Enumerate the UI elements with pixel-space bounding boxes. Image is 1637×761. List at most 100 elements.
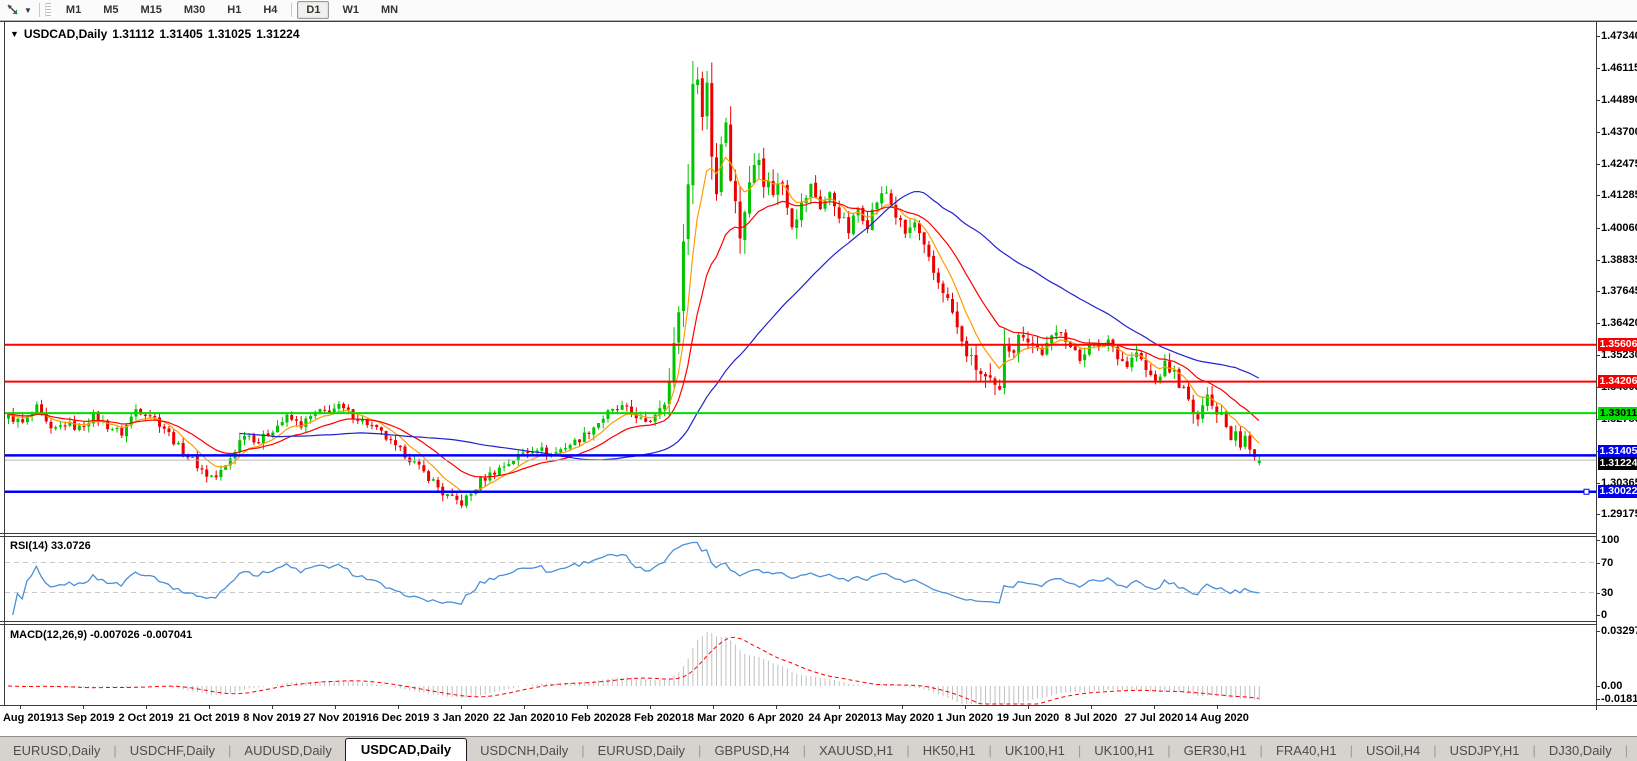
chart-tab-ger30-h1[interactable]: GER30,H1: [1171, 740, 1260, 761]
axis-tick: [1596, 686, 1600, 687]
pane-divider[interactable]: [0, 621, 1596, 622]
axis-tick: [1596, 562, 1600, 564]
chart-tab-hk50-h1[interactable]: HK50,H1: [910, 740, 989, 761]
date-axis-label: 8 Jul 2020: [1064, 712, 1118, 724]
date-axis-label: 18 Mar 2020: [681, 712, 745, 724]
date-axis-label: 27 Nov 2019: [303, 712, 367, 724]
toolbar-separator: [291, 3, 293, 17]
collapse-triangle-icon[interactable]: ▼: [10, 29, 19, 39]
macd-axis-label: 0.032972: [1601, 625, 1637, 637]
axis-tick: [1596, 36, 1600, 37]
rsi-line: [12, 541, 1259, 616]
chart-tab-usdcnh-daily[interactable]: USDCNH,Daily: [467, 740, 581, 761]
date-axis-tick: [146, 705, 147, 709]
chart-tab-xauusd-h1[interactable]: XAUUSD,H1: [806, 740, 906, 761]
date-axis-label: 24 Apr 2020: [808, 712, 870, 724]
rsi-indicator-label: RSI(14) 33.0726: [10, 540, 91, 552]
date-axis-tick: [20, 705, 21, 709]
moving-average-mid: [7, 200, 1260, 478]
cursor-dropdown-caret[interactable]: ▼: [24, 6, 36, 15]
date-axis-tick: [650, 705, 651, 709]
timeframe-button-d1[interactable]: D1: [297, 1, 330, 19]
crosshair-cursor-icon[interactable]: [0, 1, 24, 19]
price-axis-label: 1.37645: [1601, 285, 1637, 298]
macd-signal-line: [7, 636, 1259, 705]
timeframe-button-m1[interactable]: M1: [57, 1, 90, 19]
axis-tick: [1596, 592, 1600, 594]
chart-title[interactable]: ▼ USDCAD,Daily 1.31112 1.31405 1.31025 1…: [10, 27, 300, 41]
timeframe-button-m30[interactable]: M30: [175, 1, 214, 19]
chart-tab-uk100-h1[interactable]: UK100,H1: [992, 740, 1078, 761]
chart-bottom-border: [0, 705, 1637, 706]
chart-tab-usdchf-daily[interactable]: USDCHF,Daily: [117, 740, 228, 761]
date-axis-tick: [587, 705, 588, 709]
timeframe-button-m15[interactable]: M15: [131, 1, 170, 19]
chart-tab-usdjpy-h1[interactable]: USDJPY,H1: [1437, 740, 1533, 761]
date-axis-label: 13 Sep 2019: [51, 712, 115, 724]
chart-tab-audusd-daily[interactable]: AUDUSD,Daily: [231, 740, 344, 761]
timeframe-button-m5[interactable]: M5: [94, 1, 127, 19]
date-axis-tick: [335, 705, 336, 709]
ohlc-close: 1.31224: [256, 27, 300, 41]
timeframe-button-w1[interactable]: W1: [333, 1, 368, 19]
ohlc-open: 1.31112: [112, 27, 155, 41]
price-axis-label: 1.43700: [1601, 125, 1637, 138]
date-axis-tick: [461, 705, 462, 709]
price-axis-label: 1.47340: [1601, 30, 1637, 42]
price-axis-label: 1.38835: [1601, 253, 1637, 266]
chart-tab-gbpusd-h4[interactable]: GBPUSD,H4: [701, 740, 802, 761]
date-axis-label: 26 Aug 2019: [0, 712, 52, 724]
timeframe-button-h1[interactable]: H1: [218, 1, 250, 19]
date-axis-label: 10 Feb 2020: [555, 712, 619, 724]
pane-divider[interactable]: [0, 533, 1596, 534]
date-axis-tick: [776, 705, 777, 709]
chart-tab-usoil-h4[interactable]: USOil,H4: [1353, 740, 1433, 761]
chart-tab-eurusd-daily[interactable]: EURUSD,Daily: [585, 740, 698, 761]
axis-tick: [1596, 291, 1600, 293]
price-badge: 1.33011: [1598, 406, 1637, 420]
axis-tick: [1596, 354, 1600, 356]
date-axis-label: 28 Feb 2020: [618, 712, 682, 724]
date-axis-label: 14 Aug 2020: [1185, 712, 1249, 724]
chart-tab-uk100-h1[interactable]: UK100,H1: [1081, 740, 1167, 761]
date-axis-label: 13 May 2020: [869, 712, 935, 724]
rsi-pane[interactable]: [5, 537, 1596, 621]
date-axis-tick: [965, 705, 966, 709]
chart-tab-usdcad-daily[interactable]: USDCAD,Daily: [344, 738, 468, 761]
axis-tick: [1596, 615, 1600, 616]
price-axis-label: 1.36420: [1601, 317, 1637, 330]
date-axis-label: 8 Nov 2019: [243, 712, 301, 724]
date-axis-tick: [524, 705, 525, 709]
date-axis-tick: [1028, 705, 1029, 709]
date-axis-tick: [1091, 705, 1092, 709]
moving-average-slow: [239, 190, 1260, 461]
chart-tab-dj30-daily[interactable]: DJ30,Daily: [1536, 740, 1625, 761]
chart-tab-eurusd-daily[interactable]: EURUSD,Daily: [0, 740, 113, 761]
chart-tab-fra40-h1[interactable]: FRA40,H1: [1263, 740, 1350, 761]
toolbar-grip[interactable]: [44, 3, 51, 17]
axis-tick: [1596, 227, 1600, 229]
toolbar-separator: [38, 3, 40, 17]
timeframe-button-h4[interactable]: H4: [254, 1, 286, 19]
chart-tab-china300-h1[interactable]: CHINA300,H1: [1628, 740, 1637, 761]
timeframe-button-mn[interactable]: MN: [372, 1, 407, 19]
price-badge: 1.35606: [1598, 338, 1637, 352]
price-axis-label: 1.41285: [1601, 189, 1637, 202]
axis-tick: [1596, 699, 1600, 700]
rsi-axis-label: 30: [1601, 586, 1614, 599]
date-axis-tick: [209, 705, 210, 709]
macd-indicator-label: MACD(12,26,9) -0.007026 -0.007041: [10, 629, 193, 641]
price-axis-line[interactable]: [1596, 21, 1597, 710]
date-axis-label: 19 Jun 2020: [996, 712, 1060, 724]
date-axis-tick: [713, 705, 714, 709]
axis-tick: [1596, 514, 1600, 516]
date-axis-label: 6 Apr 2020: [748, 712, 804, 724]
axis-tick: [1596, 631, 1600, 632]
price-axis-label: 1.46115: [1601, 62, 1637, 75]
ohlc-low: 1.31025: [207, 27, 252, 41]
axis-tick: [1596, 482, 1600, 484]
date-axis-label: 27 Jul 2020: [1124, 712, 1184, 724]
macd-pane[interactable]: [5, 625, 1596, 705]
price-badge: 1.30022: [1598, 485, 1637, 499]
price-chart-pane[interactable]: [5, 22, 1596, 533]
